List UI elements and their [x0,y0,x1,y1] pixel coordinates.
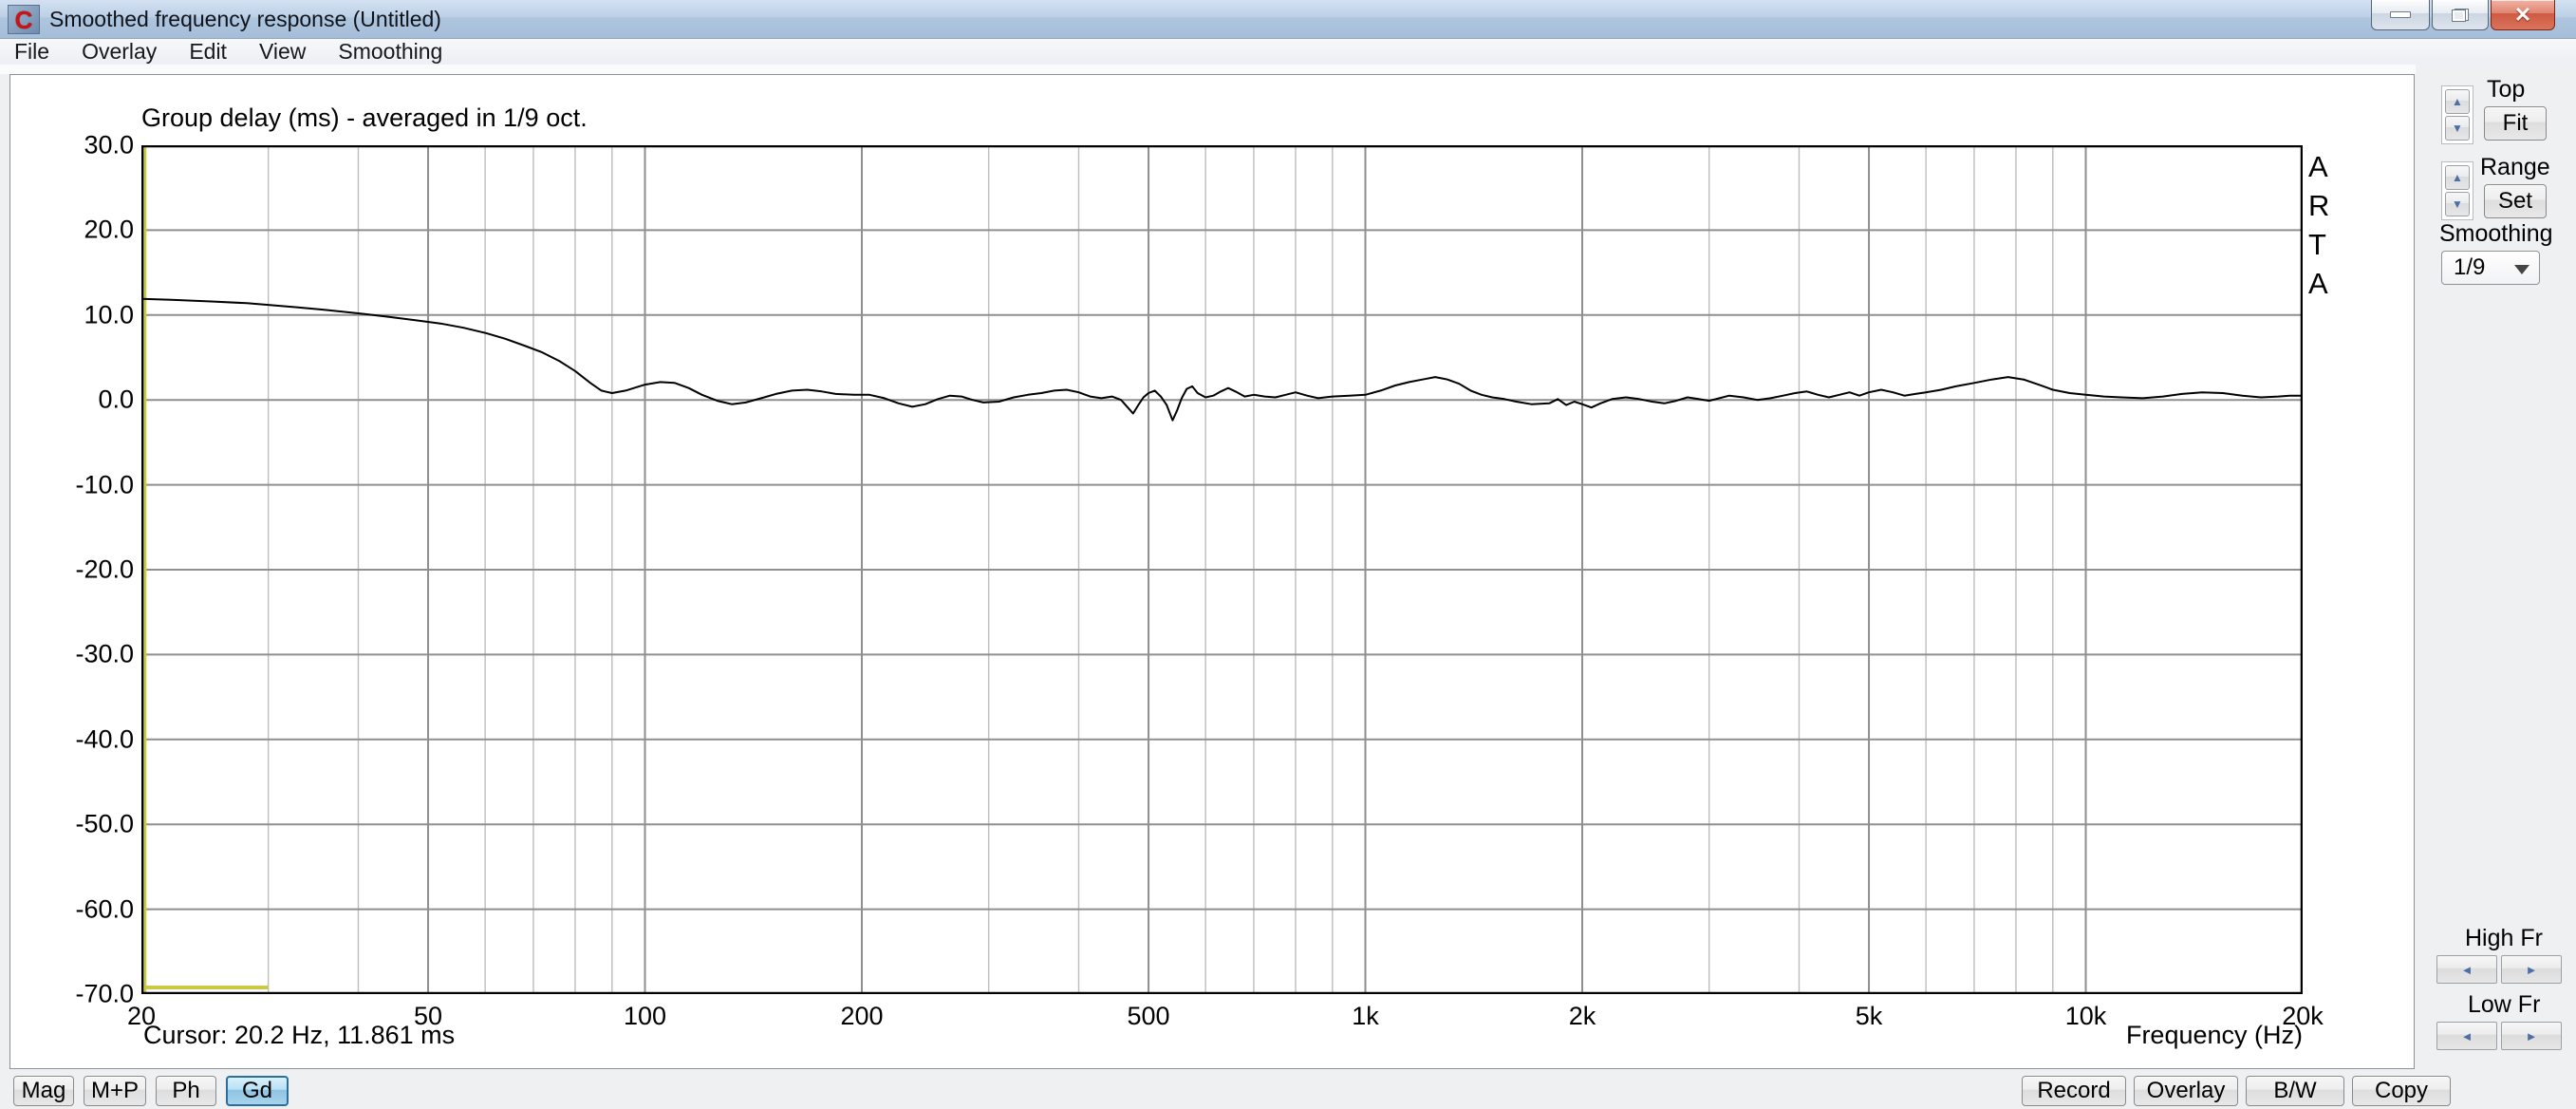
arta-letter: T [2308,228,2326,261]
down-arrow-icon: ▼ [2452,122,2463,135]
top-label: Top [2487,76,2526,103]
left-arrow-icon: ◄ [2460,962,2473,977]
y-tick: -70.0 [75,979,134,1008]
y-tick: 0.0 [98,385,134,414]
low-fr-label: Low Fr [2468,991,2541,1018]
plot-svg[interactable] [141,145,2303,994]
menu-edit[interactable]: Edit [173,39,243,65]
bw-button[interactable]: B/W [2246,1076,2344,1106]
restore-icon [2452,8,2469,22]
close-icon: ✕ [2513,2,2532,27]
record-button[interactable]: Record [2022,1076,2126,1106]
menu-smoothing[interactable]: Smoothing [322,39,458,65]
title-bar: C Smoothed frequency response (Untitled)… [0,0,2576,39]
plot-title: Group delay (ms) - averaged in 1/9 oct. [141,103,588,132]
smoothing-label: Smoothing [2439,220,2553,247]
sidebar: Top ▲ ▼ Fit Range ▲ ▼ Set Smoothing 1/9 … [2416,65,2576,1069]
range-spin-up-button[interactable]: ▲ [2445,165,2470,190]
fit-button[interactable]: Fit [2484,106,2547,141]
plot-canvas[interactable] [141,145,2303,994]
app-icon-letter: C [14,5,33,34]
low-fr-prev-button[interactable]: ◄ [2436,1022,2497,1050]
close-button[interactable]: ✕ [2491,0,2555,30]
y-tick: -30.0 [75,639,134,668]
high-fr-prev-button[interactable]: ◄ [2436,955,2497,984]
up-arrow-icon: ▲ [2452,95,2463,108]
x-tick: 1k [1352,1002,1379,1030]
view-button-ph[interactable]: Ph [156,1076,216,1106]
range-spin-down-button[interactable]: ▼ [2445,192,2470,216]
y-tick: 10.0 [84,300,134,329]
arta-letter: A [2308,267,2328,300]
app-icon: C [8,5,40,34]
cursor-readout: Cursor: 20.2 Hz, 11.861 ms [143,1021,456,1049]
copy-button[interactable]: Copy [2352,1076,2451,1106]
arta-letter: R [2308,189,2330,222]
overlay-button[interactable]: Overlay [2134,1076,2238,1106]
menu-file[interactable]: File [0,39,65,65]
top-spin-up-button[interactable]: ▲ [2445,89,2470,114]
down-arrow-icon: ▼ [2452,197,2463,211]
minimize-button[interactable] [2371,0,2430,30]
smoothing-value: 1/9 [2454,254,2486,280]
right-arrow-icon: ► [2525,962,2538,977]
right-arrow-icon: ► [2525,1028,2538,1043]
restore-button[interactable] [2432,0,2489,30]
menu-view[interactable]: View [243,39,322,65]
y-tick: -60.0 [75,894,134,924]
y-tick: -10.0 [75,470,134,499]
y-tick: -50.0 [75,809,134,838]
smoothing-select[interactable]: 1/9 [2441,251,2540,285]
x-tick: 200 [840,1002,884,1030]
x-axis-label: Frequency (Hz) [2125,1021,2303,1049]
y-tick: -40.0 [75,724,134,754]
y-tick: 20.0 [84,215,134,244]
plot-panel: Group delay (ms) - averaged in 1/9 oct. … [9,74,2415,1069]
arta-watermark: A R T A [2308,147,2329,303]
y-tick: 30.0 [84,130,134,160]
window-title: Smoothed frequency response (Untitled) [49,7,441,31]
left-arrow-icon: ◄ [2460,1028,2473,1043]
top-spin-down-button[interactable]: ▼ [2445,116,2470,141]
x-tick: 100 [623,1002,667,1030]
view-button-mp[interactable]: M+P [84,1076,146,1106]
view-button-mag[interactable]: Mag [13,1076,74,1106]
range-label: Range [2480,154,2550,180]
chevron-down-icon [2514,265,2529,274]
view-button-gd[interactable]: Gd [226,1076,289,1106]
bottom-bar: Mag M+P Ph Gd Record Overlay B/W Copy [0,1069,2576,1109]
x-tick: 5k [1855,1002,1883,1030]
x-tick: 2k [1568,1002,1596,1030]
range-spinner: ▲ ▼ [2441,161,2473,220]
top-spinner: ▲ ▼ [2441,85,2473,144]
set-button[interactable]: Set [2484,184,2547,218]
arta-letter: A [2308,150,2328,183]
up-arrow-icon: ▲ [2452,171,2463,184]
menu-bar: File Overlay Edit View Smoothing [0,39,2576,66]
y-tick: -20.0 [75,554,134,584]
client-strip [0,65,2576,74]
x-tick: 500 [1127,1002,1170,1030]
low-fr-next-button[interactable]: ► [2501,1022,2562,1050]
high-fr-label: High Fr [2465,925,2543,951]
menu-overlay[interactable]: Overlay [65,39,173,65]
high-fr-next-button[interactable]: ► [2501,955,2562,984]
minimize-icon [2390,11,2411,18]
